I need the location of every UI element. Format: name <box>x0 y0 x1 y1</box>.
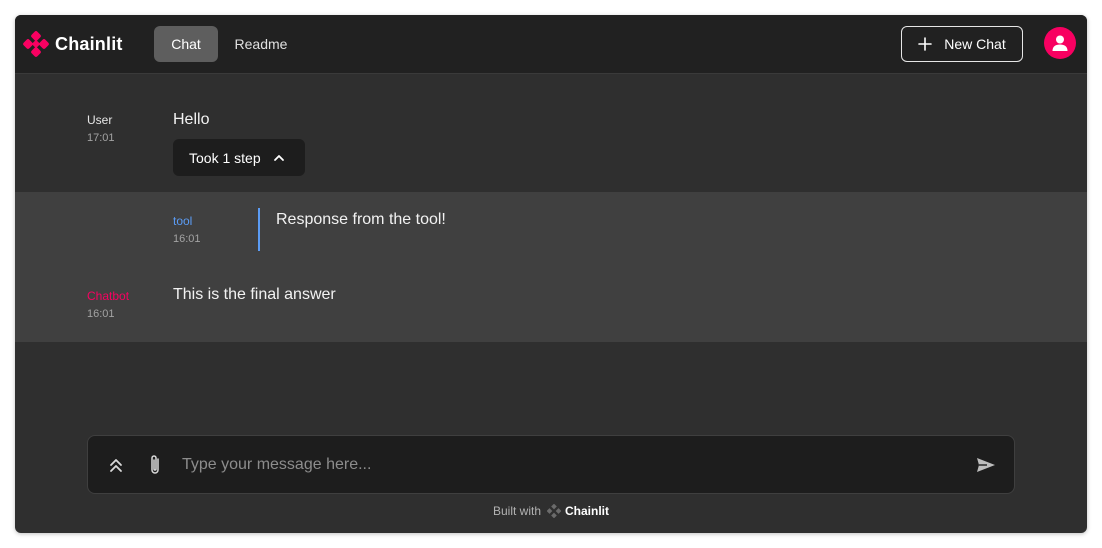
header: Chainlit Chat Readme New Chat <box>15 15 1087 74</box>
built-with-label: Built with <box>492 504 542 518</box>
message-user: User 17:01 Hello Took 1 step <box>15 75 1087 192</box>
plus-icon <box>918 37 933 51</box>
message-content: Hello <box>173 111 210 128</box>
step-author-tool: tool <box>173 214 193 228</box>
step-border <box>258 208 260 251</box>
footer: Built with Chainlit <box>15 502 1087 520</box>
message-composer <box>87 435 1015 494</box>
chainlit-logo-icon <box>547 504 562 518</box>
step-time: 16:01 <box>173 233 201 245</box>
message-author: User <box>87 113 113 127</box>
chevron-up-icon <box>273 154 284 161</box>
double-chevron-up-icon[interactable] <box>108 456 124 474</box>
footer-brand[interactable]: Chainlit <box>565 504 609 518</box>
brand-name: Chainlit <box>55 34 123 54</box>
message-author-chatbot: Chatbot <box>87 289 130 303</box>
steps-area: tool 16:01 Response from the tool! Chatb… <box>15 192 1087 342</box>
tab-readme[interactable]: Readme <box>225 26 297 62</box>
send-icon[interactable] <box>976 456 996 474</box>
user-avatar-button[interactable] <box>1044 27 1076 59</box>
message-time: 16:01 <box>87 308 115 320</box>
step-content: Response from the tool! <box>276 211 446 228</box>
chainlit-logo-icon <box>23 31 49 57</box>
tab-chat[interactable]: Chat <box>154 26 218 62</box>
user-icon <box>1052 35 1068 51</box>
chat-app: Chainlit Chat Readme New Chat User 17:01… <box>15 15 1087 533</box>
message-input[interactable] <box>182 450 942 480</box>
message-content: This is the final answer <box>173 286 336 303</box>
step-toggle-button[interactable]: Took 1 step <box>173 139 305 176</box>
paperclip-icon[interactable] <box>148 453 162 477</box>
new-chat-button[interactable]: New Chat <box>901 26 1023 62</box>
message-time: 17:01 <box>87 132 115 144</box>
new-chat-label: New Chat <box>944 36 1006 52</box>
step-toggle-label: Took 1 step <box>189 149 261 166</box>
